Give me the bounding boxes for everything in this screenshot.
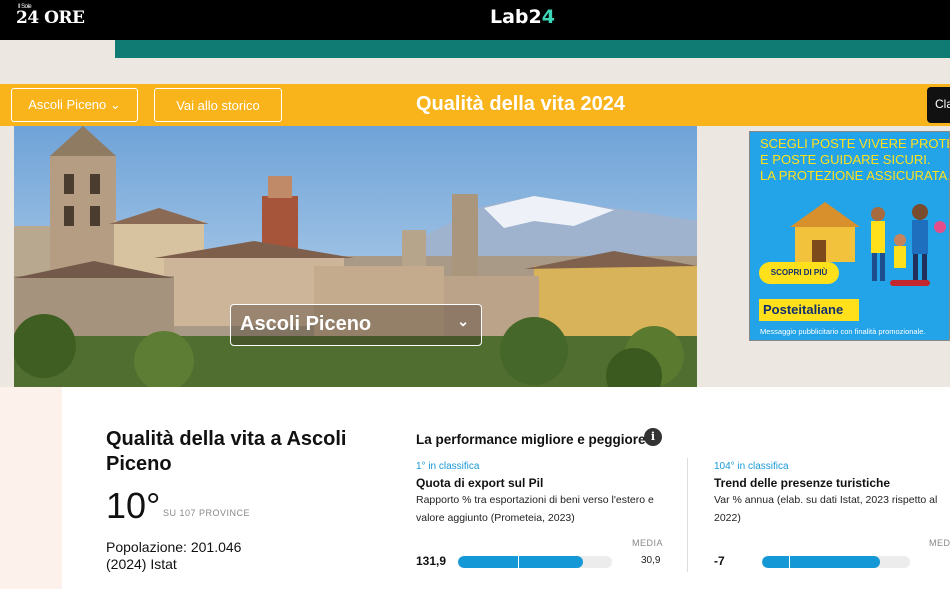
- lab-logo-accent: 4: [541, 6, 555, 28]
- city-select-label: Ascoli Piceno: [240, 313, 372, 335]
- best-average-value: 30,9: [641, 555, 661, 566]
- info-icon[interactable]: i: [644, 428, 662, 446]
- worst-rank-label: 104° in classifica: [714, 461, 789, 472]
- rank-subtitle: SU 107 PROVINCE: [163, 508, 251, 518]
- performance-title: La performance migliore e peggiore: [416, 432, 646, 447]
- worst-progress-bar: [762, 556, 910, 568]
- best-average-marker: [518, 556, 520, 568]
- ad-cta-button[interactable]: SCOPRI DI PIÙ: [759, 262, 839, 284]
- city-select[interactable]: Ascoli Piceno ⌄: [230, 304, 482, 346]
- best-value: 131,9: [416, 554, 447, 568]
- logo-main-text: 24 ORE: [16, 8, 85, 28]
- left-margin: [0, 387, 62, 589]
- best-progress-bar: [458, 556, 612, 568]
- divider: [687, 458, 688, 572]
- worst-value: -7: [714, 554, 725, 568]
- province-dropdown-button[interactable]: Ascoli Piceno ⌄: [11, 88, 138, 122]
- sole24ore-logo[interactable]: Il Sole 24 ORE: [16, 4, 85, 28]
- worst-indicator-name: Trend delle presenze turistiche: [714, 476, 891, 490]
- best-media-label: MEDIA: [632, 538, 664, 548]
- worst-average-marker: [788, 556, 790, 568]
- population-info: Popolazione: 201.046 (2024) Istat: [106, 539, 241, 573]
- worst-indicator-description: Var % annua (elab. su dati Istat, 2023 r…: [714, 494, 938, 524]
- teal-banner: [115, 40, 950, 58]
- overall-rank: 10°: [106, 485, 161, 526]
- chevron-down-icon: ⌄: [457, 313, 469, 329]
- summary-title: Qualità della vita a Ascoli Piceno: [106, 428, 347, 475]
- population-value: Popolazione: 201.046: [106, 539, 242, 555]
- city-hero-image: Ascoli Piceno ⌄: [14, 126, 697, 387]
- history-button[interactable]: Vai allo storico: [154, 88, 282, 122]
- advertisement-banner[interactable]: SCEGLI POSTE VIVERE PROTET E POSTE GUIDA…: [749, 131, 950, 341]
- population-source: (2024) Istat: [106, 556, 177, 572]
- poste-italiane-logo: Posteitaliane: [759, 299, 859, 321]
- page-title: Qualità della vita 2024: [416, 93, 625, 115]
- hero-photo: [14, 126, 697, 387]
- ad-disclaimer: Messaggio pubblicitario con finalità pro…: [760, 327, 926, 336]
- lab-logo-text: Lab2: [490, 6, 542, 28]
- logo-small-text: Il Sole: [18, 4, 32, 10]
- best-rank-label: 1° in classifica: [416, 461, 480, 472]
- ranking-button[interactable]: Cla: [927, 87, 950, 123]
- lab24-logo[interactable]: Lab24: [490, 6, 555, 28]
- navigation-bar: Ascoli Piceno ⌄ Vai allo storico Qualità…: [0, 84, 950, 126]
- best-progress-fill: [458, 556, 583, 568]
- best-indicator-name: Quota di export sul Pil: [416, 476, 544, 490]
- summary-card: Qualità della vita a Ascoli Piceno 10° S…: [62, 387, 950, 589]
- worst-media-label: MEDIA: [929, 538, 950, 548]
- best-indicator: 1° in classifica Quota di export sul Pil…: [416, 461, 666, 568]
- best-indicator-description: Rapporto % tra esportazioni di beni vers…: [416, 494, 654, 524]
- worst-indicator: 104° in classifica Trend delle presenze …: [714, 461, 950, 568]
- top-header: Il Sole 24 ORE Lab24: [0, 0, 950, 40]
- worst-progress-fill: [762, 556, 881, 568]
